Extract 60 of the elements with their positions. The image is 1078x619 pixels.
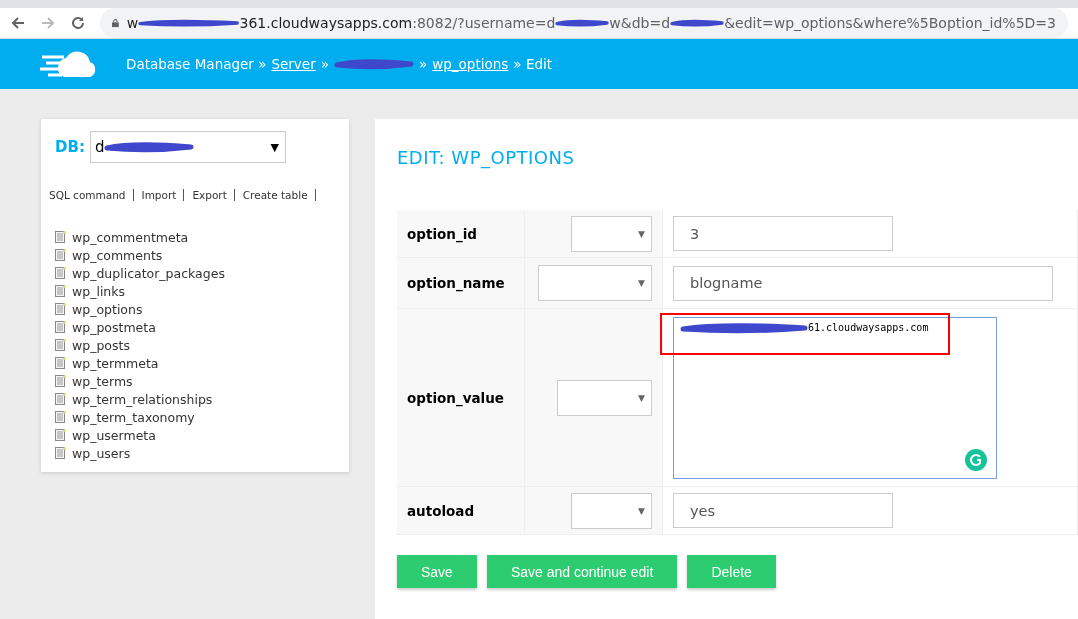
value-field[interactable]: yes <box>673 493 893 528</box>
breadcrumb-text: » Edit <box>513 56 553 72</box>
field-label: option_id <box>407 225 477 242</box>
database-select[interactable]: d ▼ <box>89 131 286 163</box>
breadcrumb-text: » <box>419 56 428 72</box>
field-label: option_name <box>407 275 505 291</box>
table-link[interactable]: wp_duplicator_packages <box>72 265 225 281</box>
table-link[interactable]: wp_termmeta <box>72 355 159 371</box>
table-icon <box>55 339 66 351</box>
table-icon <box>55 357 66 369</box>
lock-icon <box>112 17 119 29</box>
function-select[interactable]: ▼ <box>557 379 652 416</box>
table-icon <box>55 321 66 333</box>
back-icon[interactable] <box>10 15 26 31</box>
table-link[interactable]: wp_comments <box>72 247 163 263</box>
table-link[interactable]: wp_links <box>72 283 126 299</box>
url-text: :8082/?username=d <box>412 15 556 31</box>
value-field[interactable]: 3 <box>673 216 893 251</box>
table-icon <box>55 375 66 387</box>
table-link[interactable]: wp_postmeta <box>72 319 156 335</box>
db-label: DB: <box>55 138 85 156</box>
function-select[interactable]: ▼ <box>571 215 652 252</box>
redaction-mark <box>670 17 725 29</box>
table-link[interactable]: wp_terms <box>72 373 133 389</box>
table-icon <box>55 447 66 459</box>
function-select[interactable]: ▼ <box>538 265 652 301</box>
reload-icon[interactable] <box>70 15 86 31</box>
table-link[interactable]: wp_term_relationships <box>72 391 213 407</box>
url-text: 361.cloudwaysapps.com <box>239 15 413 31</box>
breadcrumb-text: » <box>320 56 329 72</box>
table-link[interactable]: wp_commentmeta <box>72 229 189 245</box>
url-text: &edit=wp_options&where%5Boption_id%5D=3 <box>724 15 1056 31</box>
table-icon <box>55 231 66 243</box>
field-label: autoload <box>407 502 475 519</box>
redaction-mark <box>555 17 610 29</box>
table-icon <box>55 393 66 405</box>
sidebar-link[interactable]: Export <box>192 189 235 201</box>
url-text: w <box>126 15 139 31</box>
page-title: EDIT: WP_OPTIONS <box>397 147 576 168</box>
table-link[interactable]: wp_term_taxonomy <box>72 409 195 425</box>
table-icon <box>55 429 66 441</box>
table-icon <box>55 303 66 315</box>
table-icon <box>55 411 66 423</box>
sidebar-link[interactable]: Import <box>141 189 185 201</box>
field-label: option_value <box>407 389 504 406</box>
address-bar[interactable]: w 361.cloudwaysapps.com:8082/?username=d w&db=d &edit=wp_options&where%5Boption_id%5D=3 <box>100 8 1068 38</box>
value-textarea[interactable]: 61.cloudwaysapps.com <box>673 316 997 479</box>
function-select[interactable]: ▼ <box>571 492 652 529</box>
table-icon <box>55 285 66 297</box>
table-link[interactable]: wp_options <box>72 301 143 317</box>
sidebar-link[interactable]: SQL command <box>49 189 134 201</box>
table-icon <box>55 249 66 261</box>
url-text: w&db=d <box>609 15 671 31</box>
table-icon <box>55 267 66 279</box>
sidebar-link[interactable]: Create table <box>242 189 316 201</box>
breadcrumb-text: Database Manager » <box>126 56 267 72</box>
table-link[interactable]: wp_usermeta <box>72 427 156 443</box>
table-link[interactable]: wp_posts <box>72 337 130 353</box>
table-link[interactable]: wp_users <box>72 445 131 461</box>
value-field[interactable]: blogname <box>673 265 1053 301</box>
